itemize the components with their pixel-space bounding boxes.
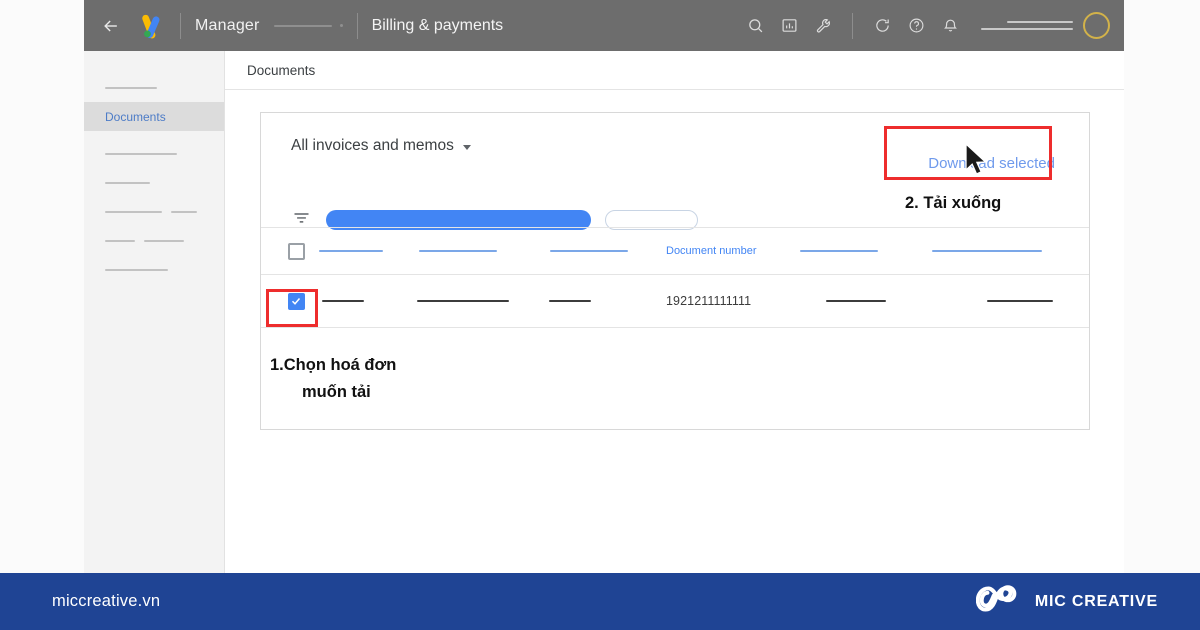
notifications-icon[interactable] [933, 9, 967, 43]
search-icon[interactable] [738, 9, 772, 43]
infinity-logo-icon [975, 584, 1022, 619]
column-header-redacted-2[interactable] [419, 250, 497, 252]
annotation-step-2: 2. Tải xuống [905, 194, 1002, 212]
page-title: Billing & payments [371, 16, 504, 34]
column-header-redacted-3[interactable] [550, 250, 628, 252]
column-header-redacted-6[interactable] [932, 250, 1042, 252]
mouse-pointer-icon [964, 142, 990, 177]
cell-redacted-6 [987, 300, 1053, 302]
sidebar-item-redacted-6[interactable] [84, 255, 224, 284]
cell-document-number: 1921211111111 [666, 294, 752, 308]
table-header-row: Document number [261, 227, 1089, 275]
column-header-redacted-5[interactable] [800, 250, 878, 252]
footer-brand-name: MIC CREATIVE [1034, 592, 1158, 610]
cell-redacted-5 [826, 300, 886, 302]
header-actions [738, 9, 1124, 43]
sidebar: Documents [84, 51, 225, 573]
header-divider-1 [180, 12, 181, 39]
app-header: Manager Billing & payments [84, 0, 1124, 51]
sidebar-item-redacted-4[interactable] [84, 197, 224, 226]
column-header-redacted-1[interactable] [319, 250, 383, 252]
account-summary-redacted [981, 21, 1073, 30]
footer-brand: MIC CREATIVE [975, 584, 1158, 619]
help-icon[interactable] [899, 9, 933, 43]
sidebar-item-documents[interactable]: Documents [84, 102, 224, 131]
annotation-step-1-line1: 1.Chọn hoá đơn [270, 356, 397, 374]
back-arrow-icon[interactable] [94, 16, 128, 36]
google-ads-logo [136, 11, 166, 41]
cell-redacted-3 [549, 300, 591, 302]
cell-redacted-2 [417, 300, 509, 302]
breadcrumb: Documents [225, 51, 1124, 90]
column-header-document-number[interactable]: Document number [666, 245, 757, 257]
refresh-icon[interactable] [865, 9, 899, 43]
sidebar-item-redacted-1[interactable] [84, 73, 224, 102]
annotation-step-1-line2: muốn tải [302, 383, 371, 401]
tools-icon[interactable] [806, 9, 840, 43]
app-window: Manager Billing & payments Documents Doc… [84, 0, 1124, 573]
invoice-filter-label: All invoices and memos [291, 137, 454, 154]
header-divider-2 [356, 12, 358, 39]
footer-bar: miccreative.vn MIC CREATIVE [0, 573, 1200, 630]
account-name-redacted [273, 24, 332, 27]
cell-redacted-1 [322, 300, 364, 302]
sidebar-item-redacted-3[interactable] [84, 168, 224, 197]
annotation-step-1: 1.Chọn hoá đơn muốn tải [270, 352, 396, 406]
manager-label: Manager [195, 16, 260, 34]
header-divider-3 [852, 12, 853, 39]
footer-website: miccreative.vn [52, 592, 161, 610]
sidebar-item-label: Documents [105, 109, 166, 124]
sidebar-item-redacted-2[interactable] [84, 139, 224, 168]
breadcrumb-label: Documents [247, 62, 316, 78]
reports-icon[interactable] [772, 9, 806, 43]
chevron-down-icon [462, 145, 471, 150]
avatar[interactable] [1083, 12, 1110, 39]
highlight-box-checkbox [266, 289, 318, 327]
screenshot-root: Manager Billing & payments Documents Doc… [0, 0, 1200, 630]
table-row[interactable]: 1921211111111 [261, 275, 1089, 328]
sidebar-item-redacted-5[interactable] [84, 226, 224, 255]
account-id-redacted-dot [339, 24, 343, 27]
